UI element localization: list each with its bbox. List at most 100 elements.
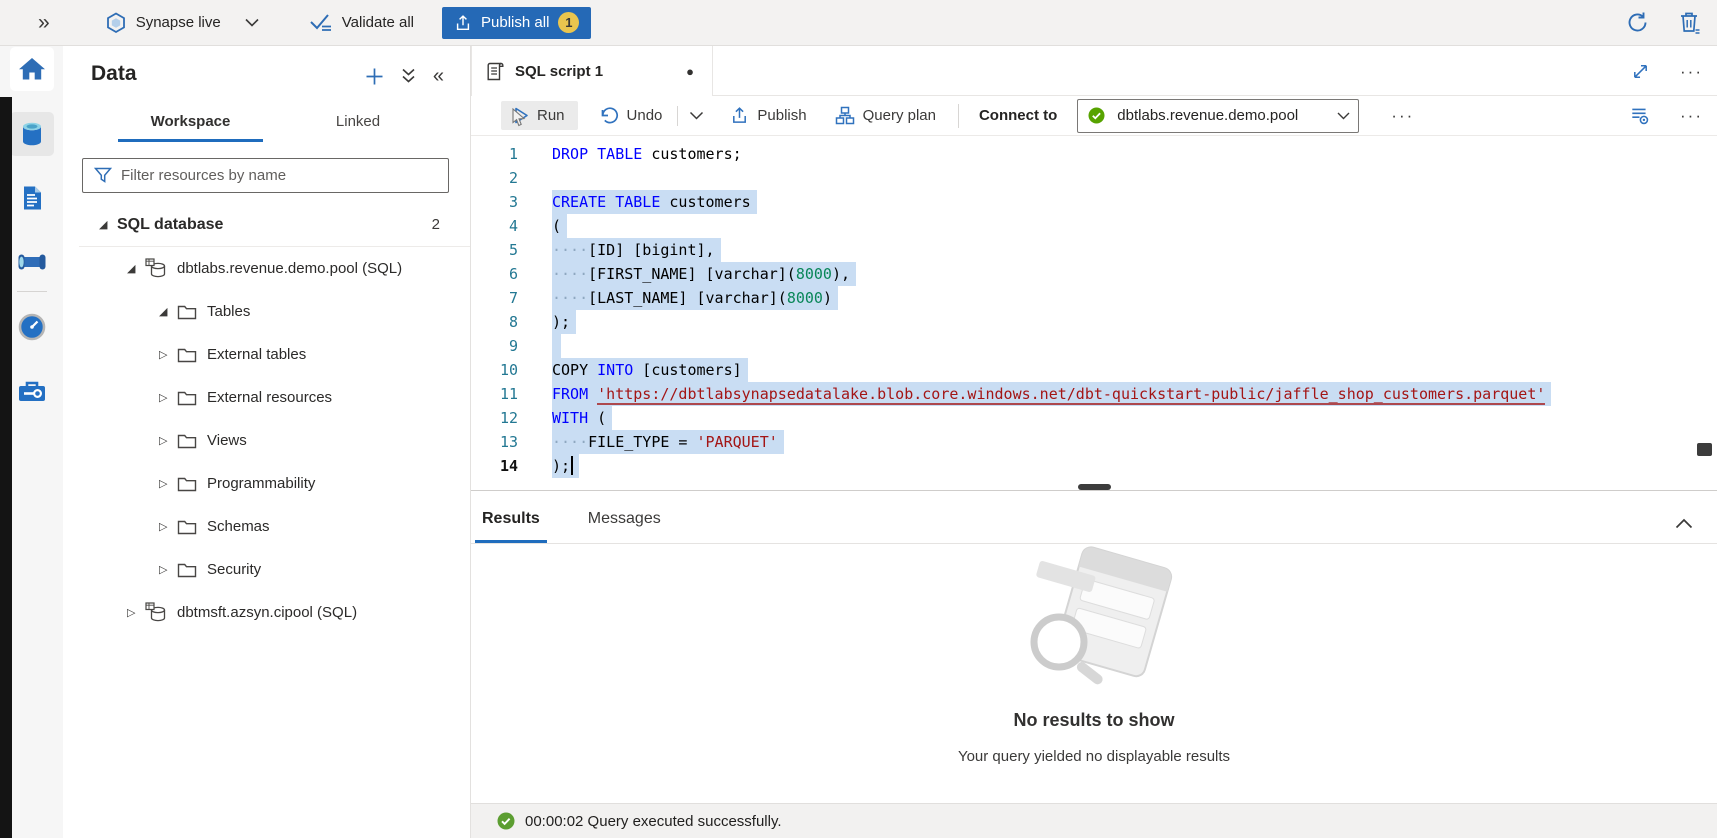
filter-resources-input[interactable] <box>121 167 440 184</box>
tab-results[interactable]: Results <box>475 510 547 543</box>
triangle-collapsed-icon[interactable]: ▷ <box>159 477 177 490</box>
tree-item-security[interactable]: ▷ Security <box>63 548 470 591</box>
tree-item-views[interactable]: ▷ Views <box>63 419 470 462</box>
run-button[interactable]: Run <box>501 101 578 130</box>
line-number: 10 <box>471 358 530 382</box>
code-line[interactable]: 13····FILE_TYPE = 'PARQUET' <box>471 430 1717 454</box>
expand-all-button[interactable] <box>400 67 417 85</box>
folder-icon <box>177 433 197 449</box>
query-status-bar: 00:00:02 Query executed successfully. <box>471 803 1717 838</box>
code-line[interactable]: 11FROM 'https://dbtlabsynapsedatalake.bl… <box>471 382 1717 406</box>
toolbar-more-icon[interactable]: ··· <box>1391 107 1414 124</box>
top-command-bar: » Synapse live Validate all Publish all <box>0 0 1717 46</box>
code-line[interactable]: 9 <box>471 334 1717 358</box>
query-plan-button[interactable]: Query plan <box>835 106 936 125</box>
code-text: ( <box>552 214 567 238</box>
toolbar-separator <box>958 104 959 128</box>
tree-item-dbtlabs-pool[interactable]: ◢ dbtlabs.revenue.demo.pool (SQL) <box>63 247 470 290</box>
collapse-results-chevron-up-icon[interactable] <box>1675 518 1693 529</box>
code-line[interactable]: 2 <box>471 166 1717 190</box>
line-number: 9 <box>471 334 530 358</box>
pool-select-dropdown[interactable]: dbtlabs.revenue.demo.pool <box>1077 99 1359 133</box>
validate-all-button[interactable]: Validate all <box>309 13 414 33</box>
line-number: 5 <box>471 238 530 262</box>
triangle-collapsed-icon[interactable]: ▷ <box>127 606 145 619</box>
publish-all-button[interactable]: Publish all 1 <box>442 7 591 39</box>
triangle-collapsed-icon[interactable]: ▷ <box>159 434 177 447</box>
database-icon <box>16 118 48 150</box>
upload-icon <box>730 106 749 125</box>
nav-manage[interactable] <box>10 369 54 413</box>
results-empty-state: No results to show Your query yielded no… <box>471 544 1717 803</box>
editor-more-icon[interactable]: ··· <box>1680 107 1703 124</box>
tab-workspace[interactable]: Workspace <box>118 106 263 142</box>
tree-item-programmability[interactable]: ▷ Programmability <box>63 462 470 505</box>
chevron-down-icon[interactable] <box>245 18 259 27</box>
code-line[interactable]: 7····[LAST_NAME] [varchar](8000) <box>471 286 1717 310</box>
code-line[interactable]: 14); <box>471 454 1717 478</box>
tree-item-dbtmsft-pool[interactable]: ▷ dbtmsft.azsyn.cipool (SQL) <box>63 591 470 634</box>
code-line[interactable]: 4( <box>471 214 1717 238</box>
tree-item-tables[interactable]: ◢ Tables <box>63 290 470 333</box>
tab-linked[interactable]: Linked <box>303 106 413 142</box>
triangle-expanded-icon[interactable]: ◢ <box>159 305 177 318</box>
git-mode-selector[interactable]: Synapse live <box>105 12 221 34</box>
code-text: DROP TABLE customers; <box>552 142 742 166</box>
expand-left-panel-icon[interactable]: » <box>38 12 50 33</box>
line-number: 14 <box>471 454 530 478</box>
nav-home[interactable] <box>10 47 54 91</box>
sql-code-editor[interactable]: 1DROP TABLE customers;23CREATE TABLE cus… <box>471 136 1717 490</box>
toolbar-separator <box>677 106 678 126</box>
triangle-collapsed-icon[interactable]: ▷ <box>159 520 177 533</box>
nav-data[interactable] <box>10 112 54 156</box>
code-text: COPY INTO [customers] <box>552 358 748 382</box>
code-line[interactable]: 1DROP TABLE customers; <box>471 142 1717 166</box>
code-line[interactable]: 12WITH ( <box>471 406 1717 430</box>
expand-editor-icon[interactable] <box>1631 62 1650 81</box>
folder-icon <box>177 304 197 320</box>
triangle-expanded-icon[interactable]: ◢ <box>99 218 117 231</box>
folder-icon <box>177 562 197 578</box>
publish-button[interactable]: Publish <box>730 106 806 125</box>
triangle-collapsed-icon[interactable]: ▷ <box>159 391 177 404</box>
tab-sql-script-1[interactable]: SQL script 1 ● <box>471 46 713 96</box>
code-line[interactable]: 3CREATE TABLE customers <box>471 190 1717 214</box>
nav-develop[interactable] <box>10 176 54 220</box>
add-resource-button[interactable] <box>365 67 384 86</box>
view-settings-icon[interactable] <box>1629 105 1650 126</box>
code-text: ); <box>552 454 579 478</box>
collapse-panel-icon[interactable]: « <box>433 66 444 86</box>
triangle-collapsed-icon[interactable]: ▷ <box>159 563 177 576</box>
undo-button[interactable]: Undo <box>600 107 663 125</box>
refresh-icon[interactable] <box>1626 11 1649 34</box>
triangle-expanded-icon[interactable]: ◢ <box>127 262 145 275</box>
code-line[interactable]: 8); <box>471 310 1717 334</box>
filter-resources-box <box>82 158 449 193</box>
folder-icon <box>177 390 197 406</box>
tree-item-schemas[interactable]: ▷ Schemas <box>63 505 470 548</box>
screen-edge-strip <box>0 97 12 838</box>
code-text <box>552 334 561 358</box>
tree-item-external-tables[interactable]: ▷ External tables <box>63 333 470 376</box>
nav-monitor[interactable] <box>10 305 54 349</box>
line-number: 8 <box>471 310 530 334</box>
code-line[interactable]: 6····[FIRST_NAME] [varchar](8000), <box>471 262 1717 286</box>
vertical-scrollbar-thumb[interactable] <box>1697 443 1712 456</box>
tree-item-sql-database[interactable]: ◢ SQL database 2 <box>63 203 470 246</box>
code-line[interactable]: 10 COPY INTO [customers] <box>471 358 1717 382</box>
tab-more-icon[interactable]: ··· <box>1680 63 1703 80</box>
tree-item-external-resources[interactable]: ▷ External resources <box>63 376 470 419</box>
undo-label: Undo <box>627 107 663 124</box>
nav-integrate[interactable] <box>10 240 54 284</box>
undo-dropdown-chevron-icon[interactable] <box>689 111 704 120</box>
home-icon <box>16 53 48 85</box>
line-number: 3 <box>471 190 530 214</box>
tab-messages[interactable]: Messages <box>581 510 668 543</box>
code-line[interactable]: 5····[ID] [bigint], <box>471 238 1717 262</box>
flowchart-icon <box>835 106 855 125</box>
play-icon <box>514 107 529 124</box>
trash-icon[interactable] <box>1679 11 1701 35</box>
undo-icon <box>600 107 619 125</box>
editor-toolbar: Run Undo Publish <box>471 96 1717 136</box>
triangle-collapsed-icon[interactable]: ▷ <box>159 348 177 361</box>
